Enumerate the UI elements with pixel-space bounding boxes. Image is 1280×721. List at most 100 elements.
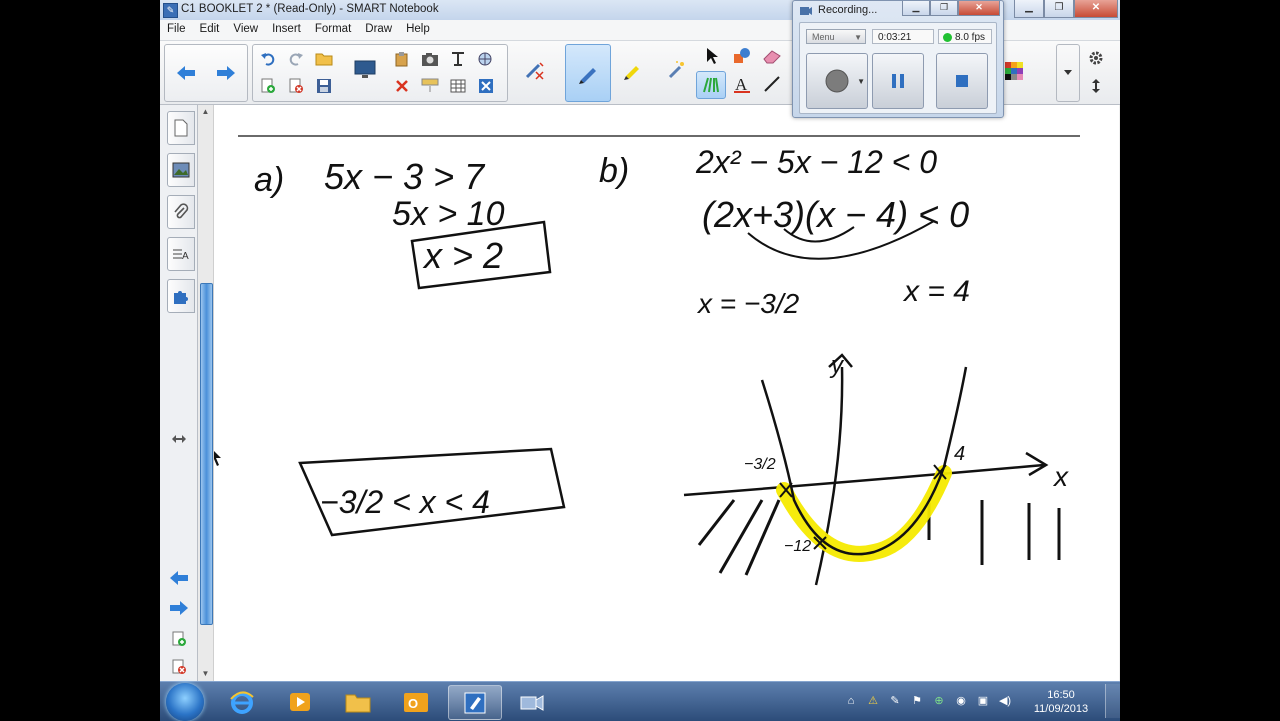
clock-time: 16:50 xyxy=(1047,689,1075,701)
next-page-button[interactable] xyxy=(211,59,241,87)
sidebar-add-page[interactable] xyxy=(168,630,190,648)
chevron-down-icon xyxy=(1064,70,1072,75)
screen-shade-toggle[interactable] xyxy=(419,75,441,97)
show-desktop-button[interactable] xyxy=(1105,684,1120,718)
paste-button[interactable] xyxy=(391,48,413,70)
save-button[interactable] xyxy=(313,75,335,97)
menu-view[interactable]: View xyxy=(226,20,265,40)
sidebar-previous-page[interactable] xyxy=(168,569,190,587)
recorder-minimize[interactable]: ▁ xyxy=(902,1,930,16)
notebook-app-icon[interactable]: ✎ xyxy=(163,3,178,18)
taskbar-explorer[interactable] xyxy=(332,685,384,718)
menu-insert[interactable]: Insert xyxy=(265,20,308,40)
clipboard-icon xyxy=(395,52,408,67)
magic-pen-button[interactable] xyxy=(660,53,692,87)
line-tool-button[interactable] xyxy=(760,73,784,95)
recording-elapsed-time: 0:03:21 xyxy=(872,29,934,44)
part-a-label: a) xyxy=(254,161,284,199)
clear-ink-button[interactable] xyxy=(520,53,550,87)
page-sorter-tab[interactable] xyxy=(167,111,195,145)
color-palette-button[interactable] xyxy=(1002,59,1026,83)
stop-square-icon xyxy=(956,75,968,87)
screen-capture-button[interactable] xyxy=(419,48,441,70)
svg-text:O: O xyxy=(408,696,418,711)
recorder-maximize[interactable]: ❐ xyxy=(930,1,958,16)
open-file-button[interactable] xyxy=(313,48,335,70)
eraser-tool-button[interactable] xyxy=(760,45,784,67)
record-button[interactable]: ▼ xyxy=(806,53,868,109)
creative-pens-button[interactable] xyxy=(696,71,726,99)
close-tool-button[interactable] xyxy=(475,75,497,97)
maximize-button[interactable]: ❐ xyxy=(1044,0,1074,18)
shield-tray-icon[interactable]: ◉ xyxy=(954,695,968,708)
side-tab-strip: A xyxy=(160,105,198,681)
attachments-tab[interactable] xyxy=(167,195,195,229)
sidebar-next-page[interactable] xyxy=(168,599,190,617)
pen-tool-button[interactable] xyxy=(565,44,611,102)
recorder-menu-dropdown[interactable]: Menu ▼ xyxy=(806,29,866,44)
menu-help[interactable]: Help xyxy=(399,20,437,40)
volume-icon[interactable]: ◀) xyxy=(998,695,1012,708)
part-b-label: b) xyxy=(599,152,629,190)
customize-toolbar-button[interactable] xyxy=(1084,47,1108,69)
menu-format[interactable]: Format xyxy=(308,20,358,40)
warning-tray-icon[interactable]: ⚠ xyxy=(866,695,880,708)
network-tray-icon[interactable]: ⌂ xyxy=(844,695,858,708)
undo-button[interactable] xyxy=(257,48,279,70)
scroll-thumb[interactable] xyxy=(200,283,213,625)
menu-draw[interactable]: Draw xyxy=(358,20,399,40)
pause-button[interactable] xyxy=(872,53,924,109)
text-color-button[interactable]: A xyxy=(730,73,754,95)
taskbar-media-player[interactable] xyxy=(274,685,326,718)
redo-button[interactable] xyxy=(285,48,307,70)
sidebar-delete-page[interactable] xyxy=(168,658,190,676)
taskbar-internet-explorer[interactable] xyxy=(216,685,268,718)
screen-shade-button[interactable] xyxy=(349,53,381,87)
menu-edit[interactable]: Edit xyxy=(193,20,227,40)
start-button[interactable] xyxy=(166,683,204,721)
highlighter-tool-button[interactable] xyxy=(616,53,648,87)
parabola-curve xyxy=(760,366,968,556)
minimize-button[interactable]: ▁ xyxy=(1014,0,1044,18)
delete-page-button[interactable] xyxy=(285,75,307,97)
vertical-scrollbar[interactable]: ▲ ▼ xyxy=(198,105,214,681)
monitor-icon xyxy=(354,60,376,78)
close-button[interactable]: ✕ xyxy=(1074,0,1118,18)
scroll-down-arrow[interactable]: ▼ xyxy=(198,667,213,681)
plus-tray-icon[interactable]: ⊕ xyxy=(932,695,946,708)
windows-taskbar: O ⌂ ⚠ ✎ ⚑ ⊕ ◉ ▣ ◀) 16:50 11/09/2013 xyxy=(160,681,1120,721)
properties-tab[interactable]: A xyxy=(167,237,195,271)
taskbar-clock[interactable]: 16:50 11/09/2013 xyxy=(1030,688,1092,716)
recorder-close[interactable]: ✕ xyxy=(958,1,1000,16)
tools-tray-icon[interactable]: ✎ xyxy=(888,695,902,708)
shapes-icon xyxy=(734,48,750,63)
taskbar-recorder[interactable] xyxy=(506,685,558,718)
addons-tab[interactable] xyxy=(167,279,195,313)
add-page-button[interactable] xyxy=(257,75,279,97)
stop-button[interactable] xyxy=(936,53,988,109)
close-box-icon xyxy=(479,79,493,93)
whiteboard-page[interactable]: a) 5x − 3 > 7 5x > 10 x > 2 b) 2x² − 5x … xyxy=(214,105,1119,681)
delete-page-icon xyxy=(289,78,303,93)
move-toolbar-button[interactable] xyxy=(1084,75,1108,97)
display-tray-icon[interactable]: ▣ xyxy=(976,695,990,708)
menu-file[interactable]: File xyxy=(160,20,193,40)
taskbar-outlook[interactable]: O xyxy=(390,685,442,718)
toolbar-expand-button[interactable] xyxy=(1056,44,1080,102)
gallery-tab[interactable] xyxy=(167,153,195,187)
part-b-factorised: (2x+3)(x − 4) < 0 xyxy=(702,194,969,235)
select-tool-button[interactable] xyxy=(700,45,724,67)
creative-pens-icon xyxy=(703,77,719,93)
text-tool-button[interactable] xyxy=(447,48,469,70)
insert-table-button[interactable] xyxy=(447,75,469,97)
dock-toggle-button[interactable] xyxy=(168,430,190,448)
page-icon xyxy=(174,119,188,137)
taskbar-smart-notebook[interactable] xyxy=(448,685,502,720)
recording-status-dot xyxy=(943,33,952,42)
handwriting-recognition-button[interactable] xyxy=(475,48,497,70)
previous-page-button[interactable] xyxy=(171,59,201,87)
shapes-tool-button[interactable] xyxy=(730,45,754,67)
delete-button[interactable] xyxy=(391,75,413,97)
flag-tray-icon[interactable]: ⚑ xyxy=(910,695,924,708)
scroll-up-arrow[interactable]: ▲ xyxy=(198,105,213,119)
